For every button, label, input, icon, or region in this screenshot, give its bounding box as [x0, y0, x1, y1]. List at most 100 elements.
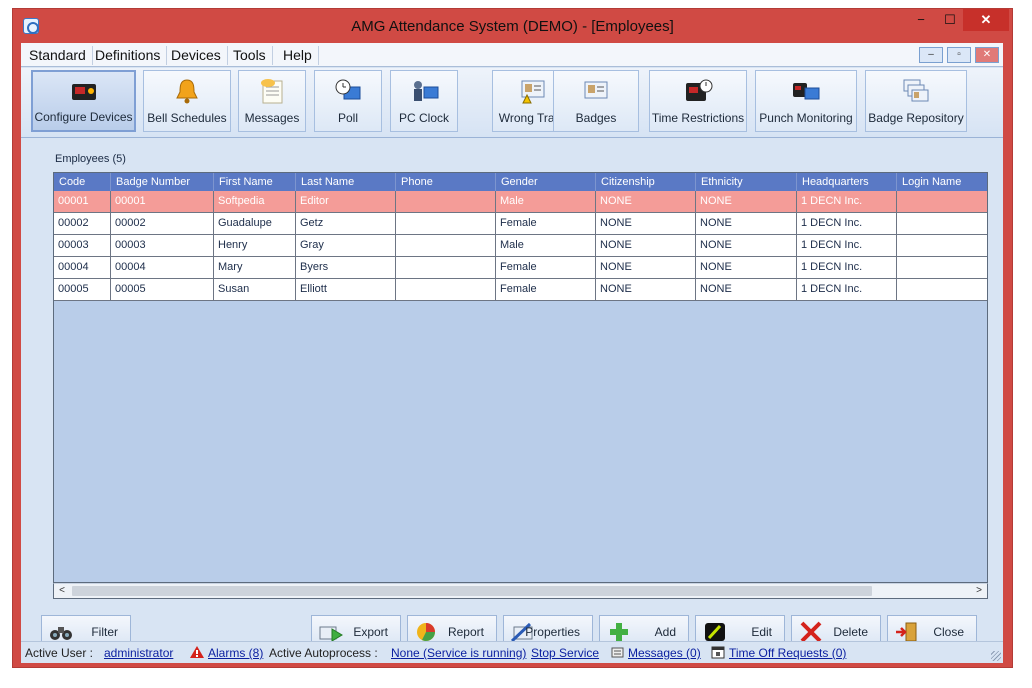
- cell-headquarters: 1 DECN Inc.: [797, 213, 897, 234]
- cell-login-name: [897, 191, 987, 212]
- col-header-code[interactable]: Code: [54, 173, 111, 191]
- time-restrictions-button[interactable]: Time Restrictions: [649, 70, 747, 132]
- col-header-first-name[interactable]: First Name: [214, 173, 296, 191]
- cell-headquarters: 1 DECN Inc.: [797, 191, 897, 212]
- cell-badge-number: 00002: [111, 213, 214, 234]
- exit-door-icon: [896, 622, 917, 642]
- badge-repository-icon: [903, 79, 929, 102]
- col-header-gender[interactable]: Gender: [496, 173, 596, 191]
- cell-ethnicity: NONE: [696, 235, 797, 256]
- export-icon: [319, 626, 343, 642]
- punch-monitoring-button[interactable]: Punch Monitoring: [755, 70, 857, 132]
- wrong-trans-icon: [521, 80, 545, 104]
- cell-first-name: Henry: [214, 235, 296, 256]
- menu-standard[interactable]: Standard: [23, 46, 93, 65]
- client-area: Standard Definitions Devices Tools Help …: [21, 43, 1003, 663]
- horizontal-scrollbar[interactable]: < >: [53, 583, 988, 599]
- messages-status-link[interactable]: Messages (0): [628, 646, 701, 660]
- cell-code: 00001: [54, 191, 111, 212]
- col-header-citizenship[interactable]: Citizenship: [596, 173, 696, 191]
- autoprocess-link[interactable]: None (Service is running): [391, 646, 526, 660]
- cell-login-name: [897, 235, 987, 256]
- col-header-badge-number[interactable]: Badge Number: [111, 173, 214, 191]
- time-restrictions-label: Time Restrictions: [651, 111, 745, 125]
- cell-badge-number: 00005: [111, 279, 214, 300]
- edit-icon: [705, 623, 725, 641]
- delete-x-icon: [800, 621, 822, 643]
- toolbar: Configure Devices Bell Schedules Message…: [21, 68, 1003, 138]
- alarms-link[interactable]: Alarms (8): [208, 646, 263, 660]
- pc-clock-button[interactable]: PC Clock: [390, 70, 458, 132]
- badge-repository-button[interactable]: Badge Repository: [865, 70, 967, 132]
- active-user-link[interactable]: administrator: [104, 646, 173, 660]
- configure-devices-button[interactable]: Configure Devices: [31, 70, 136, 132]
- cell-phone: [396, 191, 496, 212]
- table-row[interactable]: 00001 00001 Softpedia Editor Male NONE N…: [54, 191, 987, 213]
- poll-button[interactable]: Poll: [314, 70, 382, 132]
- table-row[interactable]: 00002 00002 Guadalupe Getz Female NONE N…: [54, 213, 987, 235]
- bell-schedules-button[interactable]: Bell Schedules: [143, 70, 231, 132]
- app-window: AMG Attendance System (DEMO) - [Employee…: [12, 8, 1013, 668]
- window-title: AMG Attendance System (DEMO) - [Employee…: [351, 18, 674, 35]
- menu-devices[interactable]: Devices: [165, 46, 228, 65]
- table-row[interactable]: 00003 00003 Henry Gray Male NONE NONE 1 …: [54, 235, 987, 257]
- col-header-ethnicity[interactable]: Ethnicity: [696, 173, 797, 191]
- cell-first-name: Susan: [214, 279, 296, 300]
- cell-badge-number: 00004: [111, 257, 214, 278]
- badge-repository-label: Badge Repository: [868, 111, 964, 125]
- mdi-minimize-button[interactable]: –: [919, 47, 943, 63]
- cell-badge-number: 00003: [111, 235, 214, 256]
- mdi-restore-button[interactable]: ▫: [947, 47, 971, 63]
- minimize-button[interactable]: −: [906, 9, 936, 31]
- scroll-thumb[interactable]: [72, 586, 872, 596]
- col-header-last-name[interactable]: Last Name: [296, 173, 396, 191]
- col-header-headquarters[interactable]: Headquarters: [797, 173, 897, 191]
- autoprocess-label: Active Autoprocess :: [269, 646, 378, 660]
- cell-ethnicity: NONE: [696, 191, 797, 212]
- cell-gender: Male: [496, 235, 596, 256]
- plus-icon: [610, 623, 628, 641]
- cell-phone: [396, 235, 496, 256]
- cell-code: 00004: [54, 257, 111, 278]
- time-restrictions-icon: [686, 79, 713, 101]
- cell-ethnicity: NONE: [696, 279, 797, 300]
- scroll-right-arrow-icon[interactable]: >: [971, 584, 987, 598]
- maximize-button[interactable]: ☐: [935, 9, 965, 31]
- cell-citizenship: NONE: [596, 279, 696, 300]
- menu-help[interactable]: Help: [277, 46, 319, 65]
- scroll-left-arrow-icon[interactable]: <: [54, 584, 70, 598]
- pie-chart-icon: [417, 623, 435, 641]
- cell-ethnicity: NONE: [696, 257, 797, 278]
- cell-gender: Female: [496, 279, 596, 300]
- badges-button[interactable]: Badges: [553, 70, 639, 132]
- time-off-requests-link[interactable]: Time Off Requests (0): [729, 646, 846, 660]
- col-header-phone[interactable]: Phone: [396, 173, 496, 191]
- cell-gender: Male: [496, 191, 596, 212]
- menu-bar: Standard Definitions Devices Tools Help …: [21, 43, 1003, 67]
- cell-first-name: Softpedia: [214, 191, 296, 212]
- title-bar[interactable]: AMG Attendance System (DEMO) - [Employee…: [13, 9, 1012, 43]
- menu-tools[interactable]: Tools: [227, 46, 273, 65]
- menu-definitions[interactable]: Definitions: [89, 46, 168, 65]
- employees-count-label: Employees (5): [55, 153, 126, 165]
- employees-grid[interactable]: Code Badge Number First Name Last Name P…: [53, 172, 988, 583]
- table-row[interactable]: 00005 00005 Susan Elliott Female NONE NO…: [54, 279, 987, 301]
- close-window-button[interactable]: ✕: [963, 9, 1009, 31]
- cell-headquarters: 1 DECN Inc.: [797, 279, 897, 300]
- device-icon: [71, 84, 96, 100]
- cell-code: 00005: [54, 279, 111, 300]
- resize-grip[interactable]: [991, 651, 1001, 661]
- poll-icon: [335, 79, 361, 100]
- cell-last-name: Editor: [296, 191, 396, 212]
- col-header-login-name[interactable]: Login Name: [897, 173, 987, 191]
- mdi-close-button[interactable]: ✕: [975, 47, 999, 63]
- stop-service-link[interactable]: Stop Service: [531, 646, 599, 660]
- cell-last-name: Byers: [296, 257, 396, 278]
- table-row[interactable]: 00004 00004 Mary Byers Female NONE NONE …: [54, 257, 987, 279]
- cell-code: 00003: [54, 235, 111, 256]
- messages-button[interactable]: Messages: [238, 70, 306, 132]
- cell-phone: [396, 279, 496, 300]
- punch-monitoring-icon: [793, 83, 820, 100]
- cell-code: 00002: [54, 213, 111, 234]
- badges-label: Badges: [575, 111, 617, 125]
